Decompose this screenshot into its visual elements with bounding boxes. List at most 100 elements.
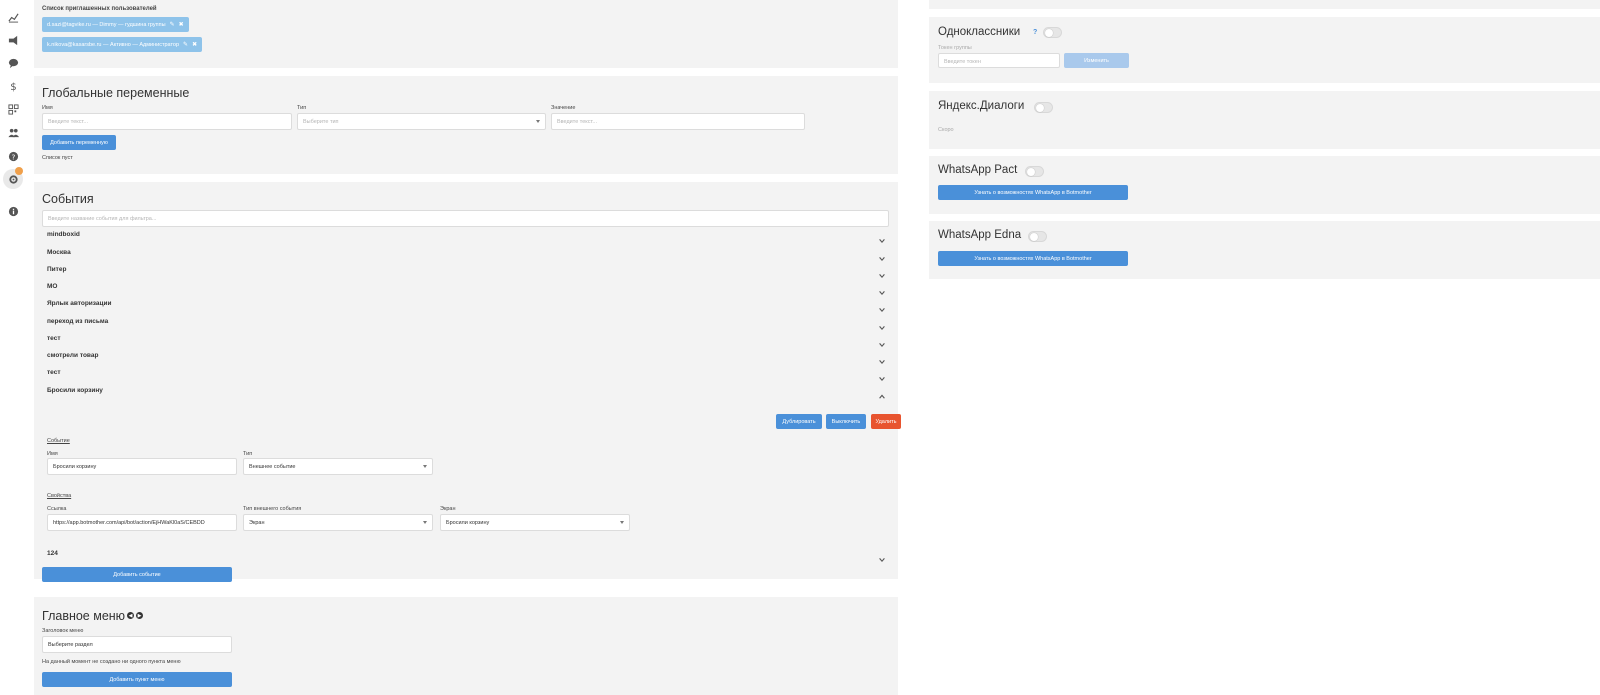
users-icon[interactable]: [8, 127, 19, 138]
event-row-label[interactable]: 124: [47, 550, 58, 557]
menu-header-label: Заголовок меню: [42, 628, 84, 634]
event-row-label[interactable]: Москва: [47, 249, 71, 256]
var-value-input[interactable]: Введите текст...: [551, 113, 805, 130]
screen-select[interactable]: Бросили корзину: [440, 514, 630, 531]
event-row-label[interactable]: тест: [47, 369, 61, 376]
main-menu-panel: Главное меню ◀ ▶ Заголовок меню Выберите…: [34, 597, 898, 695]
chevron-down-icon[interactable]: [878, 284, 886, 296]
chevron-down-icon[interactable]: [878, 232, 886, 244]
invited-users-title: Список приглашенных пользователей: [42, 6, 157, 12]
yandex-sub: Скоро: [938, 127, 954, 133]
ok-group-label: Токен группы: [938, 45, 972, 51]
ok-title: Одноклассники: [938, 26, 1021, 38]
event-row-label[interactable]: mindboxid: [47, 231, 80, 238]
close-icon[interactable]: ✖: [179, 21, 184, 28]
event-name-label: Имя: [47, 451, 58, 457]
event-name-input[interactable]: Бросили корзину: [47, 458, 237, 475]
event-type-select[interactable]: Внешнее событие: [243, 458, 433, 475]
screen-label: Экран: [440, 506, 456, 512]
top-right-panel: [929, 0, 1600, 9]
chevron-down-icon[interactable]: [878, 336, 886, 348]
event-row-label[interactable]: Питер: [47, 266, 66, 273]
var-name-label: Имя: [42, 105, 53, 111]
wa-edna-toggle[interactable]: [1028, 231, 1047, 242]
wa-edna-title: WhatsApp Edna: [938, 229, 1022, 241]
help-icon[interactable]: ?: [1033, 29, 1037, 36]
variables-empty-text: Список пуст: [42, 155, 73, 161]
ok-toggle[interactable]: [1043, 27, 1062, 38]
help-icon[interactable]: ?: [8, 151, 19, 162]
event-section-link[interactable]: Событие: [47, 438, 70, 444]
pencil-icon[interactable]: ✎: [170, 21, 175, 28]
duplicate-event-button[interactable]: Дублировать: [776, 414, 822, 429]
arrow-right-icon[interactable]: ▶: [136, 612, 143, 619]
dollar-icon[interactable]: $: [8, 81, 19, 92]
svg-text:$: $: [10, 82, 16, 92]
screen-value: Бросили корзину: [446, 520, 490, 526]
arrow-left-icon[interactable]: ◀: [127, 612, 134, 619]
wa-edna-learn-button[interactable]: Узнать о возможностях WhatsApp в Botmoth…: [938, 251, 1128, 266]
var-type-select[interactable]: Выберите тип: [297, 113, 546, 130]
events-filter-input[interactable]: Введите название события для фильтра...: [42, 210, 889, 227]
main-menu-title: Главное меню: [42, 609, 126, 623]
info-icon[interactable]: [8, 206, 19, 217]
var-type-label: Тип: [297, 105, 307, 111]
disable-event-button[interactable]: Выключить: [826, 414, 866, 429]
invited-users-panel: Список приглашенных пользователей d.sazi…: [34, 0, 898, 68]
invited-user-text: k.nikova@kasarsbe.ru — Активно — Админис…: [47, 41, 180, 48]
ok-save-button[interactable]: Изменить: [1064, 53, 1129, 68]
chart-icon[interactable]: [8, 12, 19, 23]
event-row-label[interactable]: Бросили корзину: [47, 387, 103, 394]
settings-icon[interactable]: [8, 174, 19, 185]
events-title: События: [42, 192, 94, 206]
var-name-input[interactable]: Введите текст...: [42, 113, 292, 130]
global-variables-panel: Глобальные переменные Имя Введите текст.…: [34, 76, 898, 174]
global-variables-title: Глобальные переменные: [42, 86, 190, 100]
wa-pact-toggle[interactable]: [1025, 166, 1044, 177]
chevron-down-icon[interactable]: [878, 250, 886, 262]
link-label: Ссылка: [47, 506, 67, 512]
chevron-down-icon[interactable]: [878, 267, 886, 279]
chevron-down-icon[interactable]: [878, 353, 886, 365]
chat-icon[interactable]: [8, 58, 19, 69]
event-row-label[interactable]: тест: [47, 335, 61, 342]
chevron-down-icon[interactable]: [878, 370, 886, 382]
chevron-down-icon: [620, 521, 624, 524]
ok-group-input[interactable]: Введите токен: [938, 53, 1060, 68]
invited-user-tag[interactable]: d.sazi@tagvike.ru — Dimmy — гудшина груп…: [42, 17, 189, 32]
var-type-placeholder: Выберите тип: [303, 119, 339, 125]
event-row-label[interactable]: переход из письма: [47, 318, 108, 325]
ext-type-value: Экран: [249, 520, 265, 526]
chevron-down-icon: [536, 120, 540, 123]
event-type-label: Тип: [243, 451, 253, 457]
invited-user-tag[interactable]: k.nikova@kasarsbe.ru — Активно — Админис…: [42, 37, 203, 52]
ext-type-select[interactable]: Экран: [243, 514, 433, 531]
chevron-down-icon[interactable]: [878, 301, 886, 313]
delete-event-button[interactable]: Удалить: [871, 414, 901, 429]
wa-pact-learn-button[interactable]: Узнать о возможностях WhatsApp в Botmoth…: [938, 185, 1128, 200]
add-menu-item-button[interactable]: Добавить пункт меню: [42, 672, 232, 687]
ext-type-label: Тип внешнего события: [243, 506, 302, 512]
invited-user-text: d.sazi@tagvike.ru — Dimmy — гудшина груп…: [47, 21, 166, 28]
event-row-label[interactable]: смотрели товар: [47, 352, 98, 359]
megaphone-icon[interactable]: [8, 35, 19, 46]
sidebar: $ ?: [0, 0, 26, 695]
yandex-toggle[interactable]: [1034, 102, 1053, 113]
event-row-label[interactable]: МО: [47, 283, 57, 290]
wa-edna-panel: WhatsApp Edna Узнать о возможностях What…: [929, 221, 1600, 279]
props-section-link[interactable]: Свойства: [47, 493, 71, 499]
chevron-down-icon[interactable]: [878, 551, 886, 563]
add-event-button[interactable]: Добавить событие: [42, 567, 232, 582]
qr-icon[interactable]: [8, 104, 19, 115]
pencil-icon[interactable]: ✎: [183, 41, 188, 48]
event-row-label[interactable]: Ярлык авторизации: [47, 300, 112, 307]
ok-panel: Одноклассники ? Токен группы Введите ток…: [929, 17, 1600, 83]
close-icon[interactable]: ✖: [192, 41, 197, 48]
wa-pact-panel: WhatsApp Pact Узнать о возможностях What…: [929, 156, 1600, 214]
menu-header-input[interactable]: Выберите раздел: [42, 636, 232, 653]
chevron-down-icon: [423, 521, 427, 524]
chevron-up-icon[interactable]: [878, 388, 886, 399]
chevron-down-icon[interactable]: [878, 319, 886, 331]
add-variable-button[interactable]: Добавить переменную: [42, 135, 116, 150]
link-input[interactable]: https://app.botmother.com/api/bot/action…: [47, 514, 237, 531]
